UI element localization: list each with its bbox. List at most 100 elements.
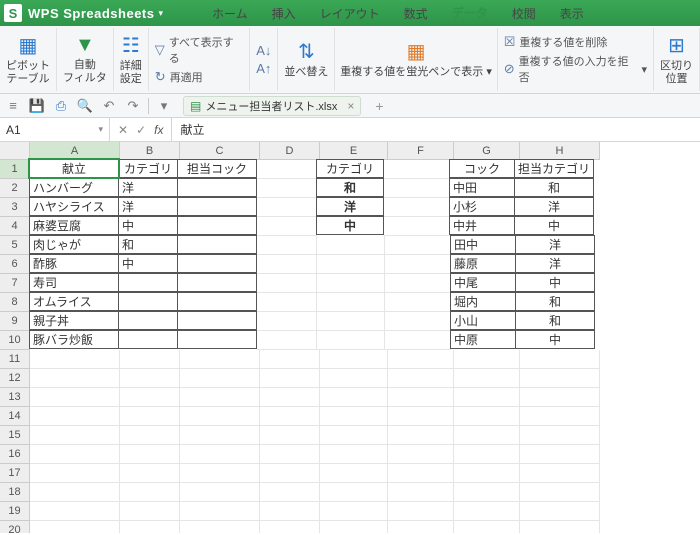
tab-insert[interactable]: 挿入 xyxy=(260,0,308,26)
cell-F4[interactable] xyxy=(384,217,450,236)
enter-icon[interactable]: ✓ xyxy=(136,123,146,137)
select-all-corner[interactable] xyxy=(0,142,30,160)
cell-E9[interactable] xyxy=(317,312,385,331)
cell-B18[interactable] xyxy=(120,483,180,502)
cell-A15[interactable] xyxy=(30,426,120,445)
cell-A4[interactable]: 麻婆豆腐 xyxy=(29,216,119,235)
text-to-columns-button[interactable]: ⊞ 区切り 位置 xyxy=(654,28,700,91)
row-header-8[interactable]: 8 xyxy=(0,293,30,312)
cell-A12[interactable] xyxy=(30,369,120,388)
showall-button[interactable]: ▽すべて表示する xyxy=(155,34,243,66)
cell-G9[interactable]: 小山 xyxy=(450,311,516,330)
cell-D2[interactable] xyxy=(257,179,317,198)
cell-A18[interactable] xyxy=(30,483,120,502)
cell-C1[interactable]: 担当コック xyxy=(177,159,257,178)
cell-H7[interactable]: 中 xyxy=(515,273,595,292)
remove-duplicates-button[interactable]: ☒重複する値を削除 xyxy=(504,34,647,50)
cell-F19[interactable] xyxy=(388,502,454,521)
cell-B1[interactable]: カテゴリ xyxy=(118,159,178,178)
cell-E6[interactable] xyxy=(317,255,385,274)
cell-D13[interactable] xyxy=(260,388,320,407)
preview-icon[interactable]: 🔍 xyxy=(76,97,94,115)
cell-F16[interactable] xyxy=(388,445,454,464)
cell-D8[interactable] xyxy=(257,293,317,312)
new-tab-button[interactable]: + xyxy=(375,98,383,114)
cell-D1[interactable] xyxy=(257,160,317,179)
cell-E2[interactable]: 和 xyxy=(316,178,384,197)
cell-B13[interactable] xyxy=(120,388,180,407)
cell-A9[interactable]: 親子丼 xyxy=(29,311,119,330)
cell-B10[interactable] xyxy=(118,330,178,349)
cell-B6[interactable]: 中 xyxy=(118,254,178,273)
autofilter-button[interactable]: ▼ 自動 フィルタ xyxy=(57,28,114,91)
cell-G1[interactable]: コック xyxy=(449,159,515,178)
cell-C8[interactable] xyxy=(177,292,257,311)
cell-A10[interactable]: 豚バラ炒飯 xyxy=(29,330,119,349)
cell-B4[interactable]: 中 xyxy=(118,216,178,235)
cell-A19[interactable] xyxy=(30,502,120,521)
cell-G5[interactable]: 田中 xyxy=(450,235,516,254)
cell-G19[interactable] xyxy=(454,502,520,521)
cell-C5[interactable] xyxy=(177,235,257,254)
cell-H16[interactable] xyxy=(520,445,600,464)
cell-B8[interactable] xyxy=(118,292,178,311)
cell-B5[interactable]: 和 xyxy=(118,235,178,254)
cell-H6[interactable]: 洋 xyxy=(515,254,595,273)
namebox-dropdown-icon[interactable]: ▾ xyxy=(98,124,103,135)
cell-G8[interactable]: 堀内 xyxy=(450,292,516,311)
fx-icon[interactable]: fx xyxy=(154,123,163,137)
col-header-F[interactable]: F xyxy=(388,142,454,160)
cell-C15[interactable] xyxy=(180,426,260,445)
cell-H17[interactable] xyxy=(520,464,600,483)
print-icon[interactable]: ⎙ xyxy=(52,97,70,115)
cell-D7[interactable] xyxy=(257,274,317,293)
cell-C17[interactable] xyxy=(180,464,260,483)
cell-A11[interactable] xyxy=(30,350,120,369)
cell-B19[interactable] xyxy=(120,502,180,521)
row-header-20[interactable]: 20 xyxy=(0,521,30,533)
cell-B2[interactable]: 洋 xyxy=(118,178,178,197)
cell-E10[interactable] xyxy=(317,331,385,350)
cell-E1[interactable]: カテゴリ xyxy=(316,159,384,178)
col-header-D[interactable]: D xyxy=(260,142,320,160)
app-menu-caret[interactable]: ▾ xyxy=(159,8,164,19)
cell-E14[interactable] xyxy=(320,407,388,426)
cell-C12[interactable] xyxy=(180,369,260,388)
row-header-7[interactable]: 7 xyxy=(0,274,30,293)
cell-H15[interactable] xyxy=(520,426,600,445)
cell-A8[interactable]: オムライス xyxy=(29,292,119,311)
row-header-19[interactable]: 19 xyxy=(0,502,30,521)
cell-E8[interactable] xyxy=(317,293,385,312)
cell-C14[interactable] xyxy=(180,407,260,426)
cell-E20[interactable] xyxy=(320,521,388,533)
col-header-G[interactable]: G xyxy=(454,142,520,160)
cell-F14[interactable] xyxy=(388,407,454,426)
cell-A20[interactable] xyxy=(30,521,120,533)
row-header-14[interactable]: 14 xyxy=(0,407,30,426)
cell-E5[interactable] xyxy=(317,236,385,255)
cell-F7[interactable] xyxy=(385,274,451,293)
cell-A14[interactable] xyxy=(30,407,120,426)
tab-review[interactable]: 校閲 xyxy=(500,0,548,26)
row-header-9[interactable]: 9 xyxy=(0,312,30,331)
cell-B16[interactable] xyxy=(120,445,180,464)
highlight-duplicates-button[interactable]: ▦ 重複する値を蛍光ペンで表示 ▾ xyxy=(335,28,497,91)
cell-F15[interactable] xyxy=(388,426,454,445)
tab-data[interactable]: データ xyxy=(440,0,500,26)
cell-E13[interactable] xyxy=(320,388,388,407)
cell-H9[interactable]: 和 xyxy=(515,311,595,330)
cell-C2[interactable] xyxy=(177,178,257,197)
cell-G4[interactable]: 中井 xyxy=(449,216,515,235)
cell-H10[interactable]: 中 xyxy=(515,330,595,349)
cell-F10[interactable] xyxy=(385,331,451,350)
cell-E15[interactable] xyxy=(320,426,388,445)
cell-E3[interactable]: 洋 xyxy=(316,197,384,216)
cell-D15[interactable] xyxy=(260,426,320,445)
cell-H11[interactable] xyxy=(520,350,600,369)
cell-C3[interactable] xyxy=(177,197,257,216)
cell-D4[interactable] xyxy=(257,217,317,236)
cell-B3[interactable]: 洋 xyxy=(118,197,178,216)
cell-G14[interactable] xyxy=(454,407,520,426)
cell-C18[interactable] xyxy=(180,483,260,502)
pivot-table-button[interactable]: ▦ ピボット テーブル xyxy=(0,28,57,91)
